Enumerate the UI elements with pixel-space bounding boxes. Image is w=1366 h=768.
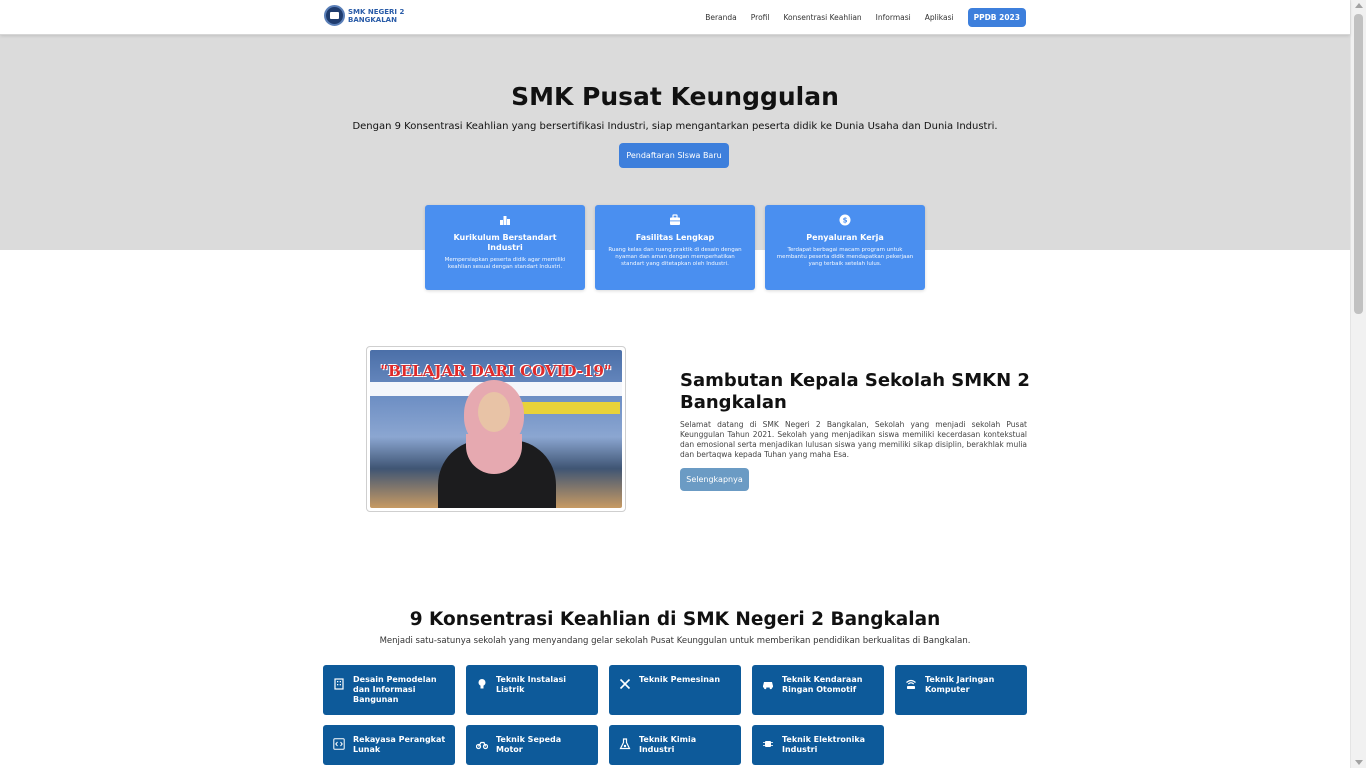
- program-label: Teknik Kendaraan Ringan Otomotif: [782, 675, 863, 694]
- feature-desc: Mempersiapkan peserta didik agar memilik…: [444, 257, 566, 270]
- building-icon: [334, 678, 344, 690]
- svg-text:$: $: [843, 217, 848, 225]
- coin-icon: $: [839, 214, 851, 226]
- program-label: Teknik Sepeda Motor: [496, 735, 562, 754]
- principal-photo: "BELAJAR DARI COVID-19": [366, 346, 626, 512]
- scroll-up-arrow-icon[interactable]: [1355, 3, 1363, 8]
- nav-link-informasi[interactable]: Informasi: [876, 13, 911, 22]
- feature-card-facilities: Fasilitas Lengkap Ruang kelas dan ruang …: [595, 205, 755, 290]
- program-card-rpl[interactable]: Rekayasa Perangkat Lunak: [323, 725, 455, 765]
- program-label: Desain Pemodelan dan Informasi Bangunan: [353, 675, 437, 704]
- lightbulb-icon: [478, 679, 486, 689]
- feature-title: Kurikulum Berstandart Industri: [453, 233, 557, 252]
- program-label: Teknik Jaringan Komputer: [925, 675, 995, 694]
- nav-links: Beranda Profil Konsentrasi Keahlian Info…: [691, 8, 1026, 27]
- program-card-tp[interactable]: Teknik Pemesinan: [609, 665, 741, 715]
- feature-desc: Ruang kelas dan ruang praktik di desain …: [608, 247, 742, 267]
- ppdb-button[interactable]: PPDB 2023: [967, 8, 1026, 27]
- programs-title: 9 Konsentrasi Keahlian di SMK Negeri 2 B…: [409, 609, 941, 630]
- briefcase-icon: [670, 214, 680, 225]
- program-card-tkj[interactable]: Teknik Jaringan Komputer: [895, 665, 1027, 715]
- feature-desc: Terdapat berbagai macam program untuk me…: [776, 247, 914, 267]
- nav-link-beranda[interactable]: Beranda: [705, 13, 737, 22]
- car-icon: [763, 682, 773, 690]
- program-card-tsm[interactable]: Teknik Sepeda Motor: [466, 725, 598, 765]
- principal-welcome-text: Selamat datang di SMK Negeri 2 Bangkalan…: [680, 420, 1027, 459]
- hero-title: SMK Pusat Keunggulan: [511, 82, 839, 111]
- motorcycle-icon: [476, 741, 488, 750]
- brand-name: SMK NEGERI 2 BANGKALAN: [348, 8, 404, 24]
- photo-image: "BELAJAR DARI COVID-19": [370, 350, 622, 508]
- program-card-tki[interactable]: Teknik Kimia Industri: [609, 725, 741, 765]
- tools-icon: [619, 678, 631, 690]
- program-label: Rekayasa Perangkat Lunak: [353, 735, 446, 754]
- photo-banner-text: "BELAJAR DARI COVID-19": [380, 362, 612, 380]
- nav-link-konsentrasi-keahlian[interactable]: Konsentrasi Keahlian: [783, 13, 861, 22]
- scroll-thumb[interactable]: [1354, 14, 1363, 314]
- program-label: Teknik Kimia Industri: [639, 735, 697, 754]
- feature-card-curriculum: Kurikulum Berstandart Industri Mempersia…: [425, 205, 585, 290]
- nav-link-profil[interactable]: Profil: [751, 13, 770, 22]
- feature-title: Penyaluran Kerja: [806, 233, 884, 242]
- program-card-tei[interactable]: Teknik Elektronika Industri: [752, 725, 884, 765]
- program-card-dpib[interactable]: Desain Pemodelan dan Informasi Bangunan: [323, 665, 455, 715]
- brand-line-1: SMK NEGERI 2: [348, 7, 405, 16]
- principal-welcome-title: Sambutan Kepala Sekolah SMKN 2 Bangkalan: [680, 370, 1030, 413]
- wifi-router-icon: [906, 679, 916, 689]
- chart-icon: [500, 216, 510, 225]
- flask-icon: [619, 738, 631, 750]
- person-face: [478, 392, 510, 432]
- program-card-tkro[interactable]: Teknik Kendaraan Ringan Otomotif: [752, 665, 884, 715]
- program-card-til[interactable]: Teknik Instalasi Listrik: [466, 665, 598, 715]
- program-label: Teknik Pemesinan: [639, 675, 721, 684]
- program-label: Teknik Instalasi Listrik: [496, 675, 566, 694]
- nav-link-aplikasi[interactable]: Aplikasi: [925, 13, 954, 22]
- programs-subtitle: Menjadi satu-satunya sekolah yang menyan…: [379, 636, 971, 646]
- navbar: SMK NEGERI 2 BANGKALAN Beranda Profil Ko…: [0, 0, 1350, 35]
- chip-icon: [763, 741, 773, 747]
- read-more-button[interactable]: Selengkapnya: [680, 468, 749, 491]
- feature-title: Fasilitas Lengkap: [635, 233, 715, 242]
- scroll-down-arrow-icon[interactable]: [1355, 760, 1363, 765]
- program-label: Teknik Elektronika Industri: [782, 735, 866, 754]
- hero-subtitle: Dengan 9 Konsentrasi Keahlian yang berse…: [352, 121, 998, 132]
- feature-card-job-placement: $ Penyaluran Kerja Terdapat berbagai mac…: [765, 205, 925, 290]
- registration-button[interactable]: Pendaftaran SIswa Baru: [619, 143, 729, 168]
- photo-banner-date-strip: [520, 402, 620, 414]
- brand[interactable]: SMK NEGERI 2 BANGKALAN: [324, 5, 404, 26]
- school-logo-icon: [324, 5, 345, 26]
- brand-line-2: BANGKALAN: [348, 15, 397, 24]
- feature-cards: Kurikulum Berstandart Industri Mempersia…: [425, 205, 935, 290]
- page-scrollbar[interactable]: [1350, 0, 1366, 768]
- programs-grid: Desain Pemodelan dan Informasi Bangunan …: [323, 665, 1033, 768]
- code-icon: [333, 738, 345, 750]
